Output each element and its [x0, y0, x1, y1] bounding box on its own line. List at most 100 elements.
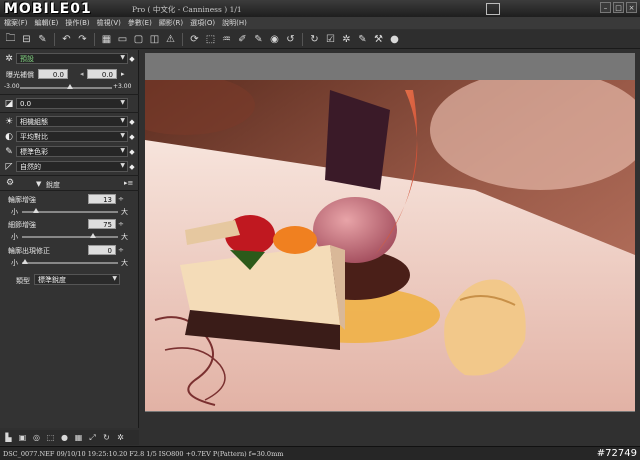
folder-icon[interactable]: 🗀: [4, 33, 17, 46]
style-dropdown[interactable]: 自然的 ▼: [16, 161, 128, 172]
brush-icon[interactable]: ✐: [236, 33, 249, 46]
tab-menu-icon[interactable]: ▸≡: [124, 179, 133, 187]
white-balance-row: ◪ 0.0 ▼: [2, 97, 136, 110]
menu-bar: 檔案(F) 編輯(E) 操作(B) 檢視(V) 參數(E) 顯影(R) 選項(O…: [0, 17, 640, 29]
redo-icon[interactable]: ↷: [76, 33, 89, 46]
menu-help[interactable]: 說明(H): [222, 18, 247, 28]
expand-icon[interactable]: ⤢: [87, 432, 98, 443]
diamond-icon[interactable]: ◆: [128, 148, 136, 156]
gear-small-icon[interactable]: ✲: [115, 432, 126, 443]
watermark: #72749: [596, 448, 637, 459]
edge-slider[interactable]: [22, 262, 118, 264]
type-dropdown[interactable]: 標準銳度 ▼: [34, 274, 120, 285]
histogram-icon[interactable]: ▙: [3, 432, 14, 443]
maximize-button[interactable]: □: [613, 2, 624, 13]
redeye-icon[interactable]: ◉: [268, 33, 281, 46]
edge-label: 輪廓出現修正: [8, 247, 50, 255]
contrast-dropdown[interactable]: 相機組態 ▼: [16, 116, 128, 127]
diamond-icon[interactable]: ◆: [128, 133, 136, 141]
arrow-right-icon: ▸: [121, 70, 125, 78]
diamond-icon[interactable]: ◆: [128, 118, 136, 126]
exposure-right-input[interactable]: 0.0: [87, 69, 117, 79]
small-label: 小: [11, 208, 18, 216]
detail-knob[interactable]: [90, 233, 96, 238]
divider: [0, 175, 139, 176]
warning-icon[interactable]: ⚠: [164, 33, 177, 46]
paint-icon[interactable]: ✎: [356, 33, 369, 46]
image-icon[interactable]: ▣: [17, 432, 28, 443]
sphere-icon[interactable]: ●: [59, 432, 70, 443]
toolbar-separator: [302, 32, 303, 46]
rotate-left-icon[interactable]: ↺: [284, 33, 297, 46]
rotate-right-icon[interactable]: ↻: [308, 33, 321, 46]
chevron-down-icon: ▼: [120, 99, 125, 106]
menu-params[interactable]: 參數(E): [128, 18, 152, 28]
adjustment-panel: ✲ 預設 ▼ ◆ 曝光補償 0.0 ◂ 0.0 ▸ -3.00 +3.00 ◪ …: [0, 50, 139, 428]
sharpen-strength-input[interactable]: 13: [88, 194, 116, 204]
exposure-input[interactable]: 0.0: [38, 69, 68, 79]
preset-dropdown[interactable]: 預設 ▼: [16, 53, 128, 64]
badge-icon[interactable]: ●: [388, 33, 401, 46]
edge-input[interactable]: 0: [88, 245, 116, 255]
toolbar: 🗀 ⊟ ✎ ↶ ↷ ▦ ▭ ▢ ◫ ⚠ ⟳ ⬚ ♒ ✐ ✎ ◉ ↺ ↻ ☑ ✲ ✎ ⚒ ●: [0, 30, 640, 49]
diamond-icon[interactable]: ◆: [128, 163, 136, 171]
small-label: 小: [11, 233, 18, 241]
chevron-down-icon: ▼: [120, 147, 125, 154]
detail-slider[interactable]: [22, 236, 118, 238]
compare-icon[interactable]: ◫: [148, 33, 161, 46]
check-icon[interactable]: ☑: [324, 33, 337, 46]
display-mode-icon[interactable]: [486, 3, 500, 15]
sharpen-strength-knob[interactable]: [33, 208, 39, 213]
edge-knob[interactable]: [22, 259, 28, 264]
menu-develop[interactable]: 顯影(R): [159, 18, 183, 28]
exposure-slider-knob[interactable]: [67, 84, 73, 89]
window-title: Pro ( 中文化 - Canniness ) 1/1: [132, 5, 242, 14]
strip-icon[interactable]: ▭: [116, 33, 129, 46]
close-button[interactable]: ×: [626, 2, 637, 13]
rotate-icon[interactable]: ⟳: [188, 33, 201, 46]
tone-dropdown[interactable]: 平均對比 ▼: [16, 131, 128, 142]
settings-icon[interactable]: ✲: [340, 33, 353, 46]
grid-small-icon[interactable]: ▦: [73, 432, 84, 443]
chevron-down-icon: ▼: [120, 132, 125, 139]
target-icon[interactable]: ◎: [31, 432, 42, 443]
eyedropper-icon[interactable]: ✎: [36, 33, 49, 46]
menu-operate[interactable]: 操作(B): [65, 18, 89, 28]
stepper-icon[interactable]: ÷: [118, 246, 124, 254]
hammer-icon[interactable]: ⚒: [372, 33, 385, 46]
crop-icon[interactable]: ⬚: [204, 33, 217, 46]
exposure-max-label: +3.00: [113, 83, 132, 90]
refresh-icon[interactable]: ↻: [101, 432, 112, 443]
open-icon[interactable]: ⊟: [20, 33, 33, 46]
curve-icon[interactable]: ♒: [220, 33, 233, 46]
pen-icon[interactable]: ✎: [252, 33, 265, 46]
small-label: 小: [11, 259, 18, 267]
menu-options[interactable]: 選項(O): [190, 18, 215, 28]
eyedropper-icon: ✎: [5, 146, 13, 157]
single-view-icon[interactable]: ▢: [132, 33, 145, 46]
stepper-icon[interactable]: ÷: [118, 220, 124, 228]
minimize-button[interactable]: –: [600, 2, 611, 13]
divider: [0, 112, 139, 113]
wb-dropdown[interactable]: 0.0 ▼: [16, 98, 128, 109]
grid-icon[interactable]: ▦: [100, 33, 113, 46]
menu-view[interactable]: 檢視(V): [97, 18, 121, 28]
stepper-icon[interactable]: ÷: [118, 195, 124, 203]
collapse-icon[interactable]: ◆: [128, 55, 136, 63]
preview-image[interactable]: [145, 80, 635, 411]
dessert-photo: [145, 80, 635, 411]
style-row: ◸ 自然的 ▼ ◆: [2, 160, 136, 173]
tab-sharpen[interactable]: 銳度: [46, 180, 60, 190]
style-value: 自然的: [20, 162, 41, 171]
crop-small-icon[interactable]: ⬚: [45, 432, 56, 443]
undo-icon[interactable]: ↶: [60, 33, 73, 46]
menu-file[interactable]: 檔案(F): [4, 18, 28, 28]
tab-collapse-icon[interactable]: ▼: [36, 180, 41, 188]
gear-icon[interactable]: ✲: [2, 52, 16, 65]
detail-input[interactable]: 75: [88, 219, 116, 229]
menu-edit[interactable]: 編輯(E): [35, 18, 59, 28]
exposure-slider[interactable]: [20, 87, 112, 89]
window-controls: – □ ×: [600, 2, 637, 13]
tools-icon: ⚙: [6, 178, 15, 188]
color-dropdown[interactable]: 標準色彩 ▼: [16, 146, 128, 157]
